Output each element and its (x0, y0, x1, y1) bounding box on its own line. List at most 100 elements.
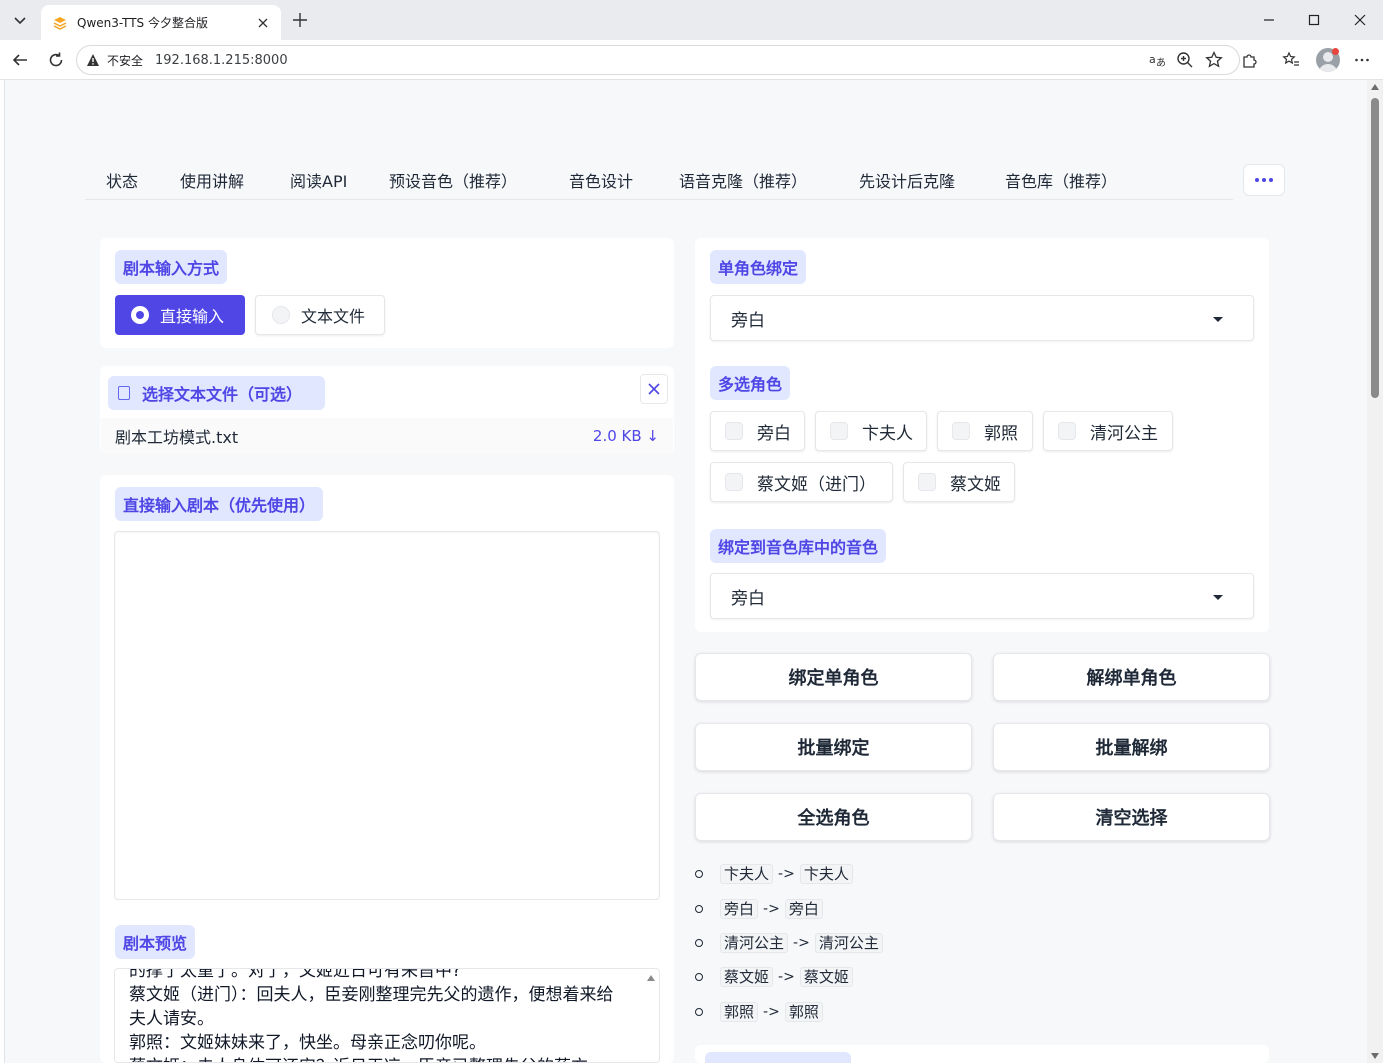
clear-file-button[interactable] (640, 374, 668, 404)
unbind-single-button[interactable]: 解绑单角色 (993, 653, 1270, 701)
role-label: 旁白 (757, 423, 791, 444)
favorites-icon[interactable] (1279, 48, 1303, 72)
favorite-star-icon[interactable] (1205, 51, 1223, 69)
file-name: 剧本工坊模式.txt (115, 428, 239, 447)
bullet-icon (695, 1008, 703, 1016)
preview-scroll-up-icon[interactable] (647, 975, 655, 981)
zoom-icon[interactable] (1176, 51, 1194, 69)
file-upload-label-text: 选择文本文件（可选） (142, 385, 303, 404)
scrollbar-thumb[interactable] (1371, 98, 1379, 398)
checkbox-icon (918, 473, 936, 491)
url-text[interactable]: 192.168.1.215:8000 (155, 53, 288, 68)
select-all-button[interactable]: 全选角色 (695, 793, 972, 841)
page-scrollbar[interactable] (1367, 80, 1383, 1063)
browser-tab-active[interactable]: Qwen3-TTS 今夕整合版 (41, 5, 281, 40)
tab-status[interactable]: 状态 (106, 168, 138, 192)
radio-text-file[interactable]: 文本文件 (255, 295, 385, 335)
dropdown-caret-icon (1213, 317, 1223, 322)
checkbox-icon (725, 473, 743, 491)
clear-selection-button[interactable]: 清空选择 (993, 793, 1270, 841)
maximize-icon[interactable] (1299, 6, 1329, 34)
extensions-icon[interactable] (1238, 48, 1262, 72)
mapping-arrow: -> (778, 969, 795, 985)
minimize-icon[interactable] (1254, 6, 1284, 34)
uploaded-file-row[interactable]: 剧本工坊模式.txt 2.0 KB ↓ (101, 418, 673, 454)
role-checkbox[interactable]: 蔡文姬 (903, 462, 1015, 502)
role-checkbox[interactable]: 卞夫人 (815, 411, 927, 451)
tab-read-api[interactable]: 阅读API (290, 168, 347, 192)
tab-design-then-clone[interactable]: 先设计后克隆 (859, 168, 955, 192)
preview-line: 蔡文姬（进门）：回夫人，臣妾刚整理完先父的遗作，便想着来给 (129, 985, 614, 1005)
tab-voice-clone[interactable]: 语音克隆（推荐） (679, 168, 807, 192)
role-checkbox[interactable]: 清河公主 (1043, 411, 1173, 451)
more-menu-icon[interactable] (1350, 48, 1374, 72)
refresh-icon[interactable] (44, 48, 68, 72)
preview-line: 的撑了太重了。对了，文姬近日可有来旨中? (129, 968, 462, 981)
script-textarea[interactable] (114, 531, 660, 900)
next-section-label (705, 1052, 851, 1063)
browser-tab-title: Qwen3-TTS 今夕整合版 (77, 16, 208, 30)
notification-dot (1332, 48, 1339, 55)
ellipsis-icon (1255, 178, 1273, 182)
translate-icon[interactable]: aあ (1148, 51, 1166, 69)
file-size-download[interactable]: 2.0 KB ↓ (593, 427, 659, 445)
bullet-icon (695, 973, 703, 981)
mapping-from: 蔡文姬 (720, 967, 774, 987)
favicon-icon (53, 16, 67, 30)
mapping-list-item: 卞夫人 -> 卞夫人 (695, 863, 853, 885)
tab-tutorial[interactable]: 使用讲解 (180, 168, 244, 192)
tab-voice-library[interactable]: 音色库（推荐） (1005, 168, 1117, 192)
tab-voice-design[interactable]: 音色设计 (569, 168, 633, 192)
direct-input-label: 直接输入剧本（优先使用） (115, 487, 324, 521)
single-role-value: 旁白 (731, 310, 765, 331)
radio-file-label: 文本文件 (301, 307, 366, 326)
back-arrow-icon[interactable] (8, 48, 32, 72)
dropdown-caret-icon (1213, 595, 1223, 600)
svg-text:a: a (1149, 53, 1156, 66)
scroll-down-icon[interactable] (1371, 1053, 1379, 1059)
bullet-icon (695, 905, 703, 913)
mapping-to: 清河公主 (814, 933, 883, 953)
close-icon (648, 383, 660, 395)
more-tabs-button[interactable] (1243, 164, 1285, 196)
new-tab-plus-icon[interactable] (288, 8, 312, 32)
role-label: 郭照 (984, 423, 1018, 444)
checkbox-icon (725, 422, 743, 440)
warning-icon[interactable] (85, 52, 101, 68)
mapping-arrow: -> (763, 901, 780, 917)
mapping-from: 旁白 (720, 899, 759, 919)
role-checkbox[interactable]: 蔡文姬（进门） (710, 462, 893, 502)
address-bar[interactable]: 不安全 192.168.1.215:8000 (76, 45, 1240, 75)
svg-text:あ: あ (1156, 57, 1166, 69)
file-icon (118, 386, 130, 400)
role-checkbox[interactable]: 郭照 (937, 411, 1033, 451)
window-close-icon[interactable] (1345, 6, 1375, 34)
mapping-arrow: -> (778, 866, 795, 882)
app-tab-bar: 状态 使用讲解 阅读API 预设音色（推荐） 音色设计 语音克隆（推荐） 先设计… (85, 158, 1233, 200)
tab-list-chevron-icon[interactable] (6, 6, 34, 34)
preview-text: 的撑了太重了。对了，文姬近日可有来旨中? 蔡文姬（进门）：回夫人，臣妾刚整理完先… (129, 968, 639, 1062)
role-label: 卞夫人 (862, 423, 913, 444)
preview-line: 夫人请安。 (129, 1009, 214, 1029)
role-checkbox[interactable]: 旁白 (710, 411, 805, 451)
role-label: 蔡文姬（进门） (757, 474, 876, 495)
radio-direct-input[interactable]: 直接输入 (115, 295, 245, 335)
batch-bind-button[interactable]: 批量绑定 (695, 723, 972, 771)
scroll-up-icon[interactable] (1371, 84, 1379, 90)
bind-voice-label: 绑定到音色库中的音色 (710, 529, 887, 563)
batch-unbind-button[interactable]: 批量解绑 (993, 723, 1270, 771)
mapping-to: 旁白 (784, 899, 823, 919)
input-mode-label: 剧本输入方式 (115, 250, 228, 284)
mapping-from: 清河公主 (720, 933, 789, 953)
single-role-dropdown[interactable]: 旁白 (710, 295, 1254, 341)
mapping-list-item: 旁白 -> 旁白 (695, 898, 823, 920)
tab-preset-voices[interactable]: 预设音色（推荐） (389, 168, 517, 192)
role-label: 蔡文姬 (950, 474, 1001, 495)
bind-single-button[interactable]: 绑定单角色 (695, 653, 972, 701)
mapping-list-item: 清河公主 -> 清河公主 (695, 932, 883, 954)
checkbox-icon (830, 422, 848, 440)
script-preview-textarea[interactable]: 的撑了太重了。对了，文姬近日可有来旨中? 蔡文姬（进门）：回夫人，臣妾刚整理完先… (114, 968, 660, 1063)
voice-library-dropdown[interactable]: 旁白 (710, 573, 1254, 619)
single-bind-label: 单角色绑定 (710, 250, 807, 284)
tab-close-icon[interactable] (255, 15, 271, 31)
